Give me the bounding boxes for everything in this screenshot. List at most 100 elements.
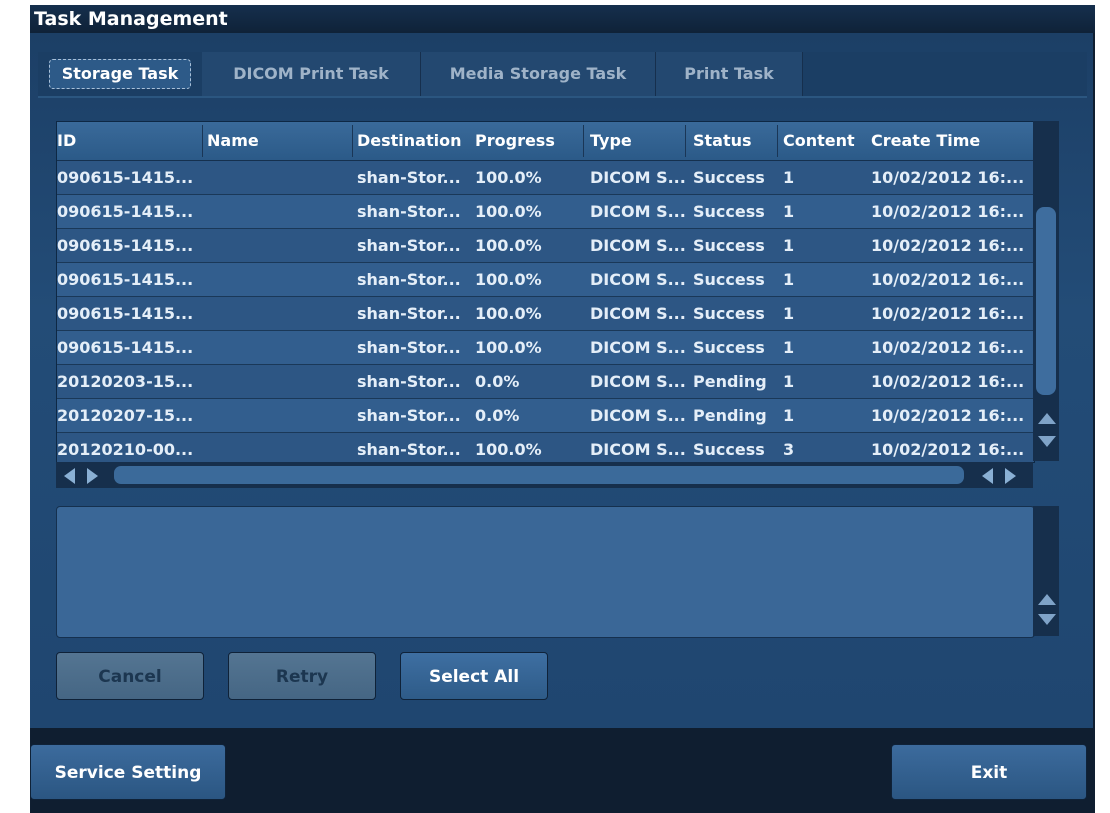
table-row[interactable]: 090615-1415... shan-Stor... 100.0% DICOM S.… (57, 161, 1034, 195)
select-all-button[interactable]: Select All (400, 652, 548, 700)
retry-button[interactable]: Retry (228, 652, 376, 700)
scroll-up-icon[interactable] (1038, 413, 1056, 424)
scroll-up-icon[interactable] (1038, 594, 1056, 605)
column-header-name[interactable]: Name (207, 122, 259, 160)
cell-status: Success (693, 304, 765, 323)
cell-create-time: 10/02/2012 16:... (871, 406, 1025, 425)
cell-id: 090615-1415... (57, 236, 194, 255)
cell-type: DICOM S... (590, 304, 686, 323)
task-management-window: Task Management Storage Task DICOM Print… (30, 5, 1095, 813)
column-header-create-time[interactable]: Create Time (871, 122, 980, 160)
cell-destination: shan-Stor... (357, 202, 461, 221)
column-header-id[interactable]: ID (57, 122, 76, 160)
table-row[interactable]: 20120203-15... shan-Stor... 0.0% DICOM S...… (57, 365, 1034, 399)
cell-create-time: 10/02/2012 16:... (871, 440, 1025, 459)
cancel-button[interactable]: Cancel (56, 652, 204, 700)
table-horizontal-scrollbar[interactable] (56, 462, 1033, 488)
cell-create-time: 10/02/2012 16:... (871, 338, 1025, 357)
cell-create-time: 10/02/2012 16:... (871, 202, 1025, 221)
tab-print-task[interactable]: Print Task (656, 52, 803, 96)
cell-status: Pending (693, 372, 767, 391)
table-row[interactable]: 090615-1415... shan-Stor... 100.0% DICOM S.… (57, 297, 1034, 331)
cell-status: Success (693, 440, 765, 459)
column-separator (352, 125, 353, 157)
cell-id: 090615-1415... (57, 202, 194, 221)
cell-type: DICOM S... (590, 236, 686, 255)
tab-media-storage-task[interactable]: Media Storage Task (421, 52, 656, 96)
column-header-progress[interactable]: Progress (475, 122, 555, 160)
cell-progress: 100.0% (475, 304, 542, 323)
detail-vertical-scrollbar[interactable] (1033, 506, 1059, 636)
cell-id: 090615-1415... (57, 304, 194, 323)
cell-progress: 100.0% (475, 338, 542, 357)
title-bar: Task Management (30, 5, 1095, 33)
cell-destination: shan-Stor... (357, 236, 461, 255)
scroll-right-icon[interactable] (87, 468, 98, 484)
table-row[interactable]: 20120210-00... shan-Stor... 100.0% DICOM S.… (57, 433, 1034, 462)
column-separator (685, 125, 686, 157)
task-detail-box[interactable] (56, 506, 1035, 638)
table-row[interactable]: 090615-1415... shan-Stor... 100.0% DICOM S.… (57, 229, 1034, 263)
scroll-down-icon[interactable] (1038, 436, 1056, 447)
table-row[interactable]: 090615-1415... shan-Stor... 100.0% DICOM S.… (57, 331, 1034, 365)
cell-destination: shan-Stor... (357, 168, 461, 187)
tab-storage-task[interactable]: Storage Task (38, 52, 203, 96)
cell-status: Success (693, 202, 765, 221)
cell-type: DICOM S... (590, 406, 686, 425)
cell-id: 20120210-00... (57, 440, 194, 459)
tab-divider (38, 96, 1087, 98)
cell-progress: 0.0% (475, 406, 520, 425)
column-header-destination[interactable]: Destination (357, 122, 462, 160)
column-header-content[interactable]: Content (783, 122, 855, 160)
tab-label: Storage Task (48, 59, 192, 89)
cell-progress: 100.0% (475, 270, 542, 289)
cell-type: DICOM S... (590, 270, 686, 289)
cell-id: 090615-1415... (57, 270, 194, 289)
column-separator (777, 125, 778, 157)
table-row[interactable]: 090615-1415... shan-Stor... 100.0% DICOM S.… (57, 195, 1034, 229)
scroll-thumb[interactable] (114, 466, 964, 484)
cell-destination: shan-Stor... (357, 440, 461, 459)
cell-content: 3 (783, 440, 795, 459)
table-row[interactable]: 20120207-15... shan-Stor... 0.0% DICOM S...… (57, 399, 1034, 433)
cell-destination: shan-Stor... (357, 338, 461, 357)
scroll-left-icon[interactable] (982, 468, 993, 484)
tab-dicom-print-task[interactable]: DICOM Print Task (202, 52, 421, 96)
cell-type: DICOM S... (590, 338, 686, 357)
scroll-left-icon[interactable] (64, 468, 75, 484)
cell-content: 1 (783, 338, 795, 357)
column-separator (583, 125, 584, 157)
cell-progress: 0.0% (475, 372, 520, 391)
scroll-down-icon[interactable] (1038, 614, 1056, 625)
main-panel: Storage Task DICOM Print Task Media Stor… (30, 33, 1093, 728)
window-title: Task Management (34, 8, 228, 30)
cell-id: 090615-1415... (57, 168, 194, 187)
table-row[interactable]: 090615-1415... shan-Stor... 100.0% DICOM S.… (57, 263, 1034, 297)
service-setting-button[interactable]: Service Setting (30, 744, 226, 800)
cell-content: 1 (783, 168, 795, 187)
cell-progress: 100.0% (475, 168, 542, 187)
cell-create-time: 10/02/2012 16:... (871, 270, 1025, 289)
table-header: ID Name Destination Progress Type Status… (57, 122, 1034, 161)
cell-id: 20120203-15... (57, 372, 194, 391)
cell-status: Success (693, 236, 765, 255)
scroll-right-icon[interactable] (1005, 468, 1016, 484)
cell-status: Pending (693, 406, 767, 425)
cell-destination: shan-Stor... (357, 270, 461, 289)
exit-button[interactable]: Exit (891, 744, 1087, 800)
cell-id: 20120207-15... (57, 406, 194, 425)
cell-type: DICOM S... (590, 168, 686, 187)
cell-create-time: 10/02/2012 16:... (871, 372, 1025, 391)
cell-destination: shan-Stor... (357, 304, 461, 323)
cell-type: DICOM S... (590, 440, 686, 459)
table-vertical-scrollbar[interactable] (1033, 121, 1059, 461)
cell-content: 1 (783, 236, 795, 255)
column-header-status[interactable]: Status (693, 122, 752, 160)
task-table: ID Name Destination Progress Type Status… (56, 121, 1035, 463)
tab-bar: Storage Task DICOM Print Task Media Stor… (38, 52, 1087, 96)
cell-status: Success (693, 338, 765, 357)
cell-type: DICOM S... (590, 372, 686, 391)
cell-status: Success (693, 270, 765, 289)
scroll-thumb[interactable] (1036, 207, 1056, 395)
column-header-type[interactable]: Type (590, 122, 632, 160)
